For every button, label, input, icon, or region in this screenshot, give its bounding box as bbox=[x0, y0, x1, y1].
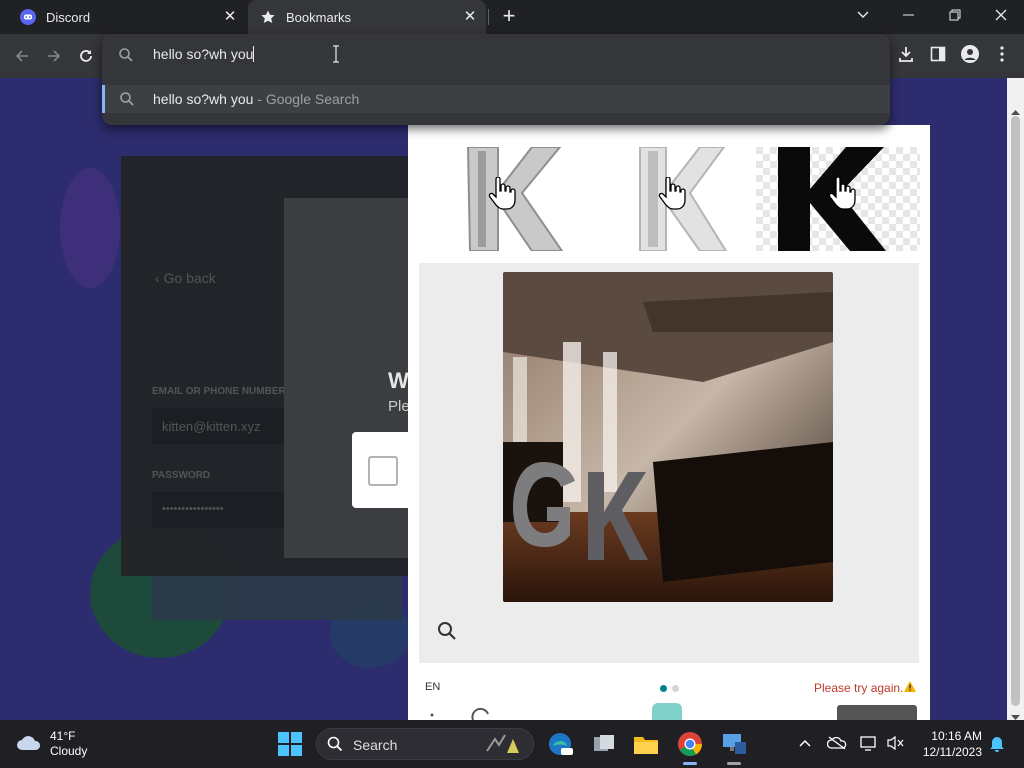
taskbar-search[interactable]: Search bbox=[316, 728, 534, 760]
captcha-challenge-panel: EN Please try again. bbox=[408, 125, 930, 720]
menu-icon[interactable] bbox=[990, 42, 1014, 66]
search-icon bbox=[118, 47, 134, 68]
search-label: Search bbox=[353, 737, 398, 753]
reload-button[interactable] bbox=[72, 42, 100, 70]
dialog-title: W bbox=[388, 368, 409, 393]
captcha-dialog: W Ple bbox=[284, 198, 414, 558]
hcaptcha-logo bbox=[652, 703, 682, 720]
weather-widget[interactable]: 41°F Cloudy bbox=[16, 729, 87, 759]
text-cursor-icon bbox=[332, 45, 340, 63]
suggestion-source: - Google Search bbox=[253, 91, 360, 107]
onedrive-icon[interactable] bbox=[826, 732, 848, 754]
dialog-subtitle: Ple bbox=[388, 398, 410, 415]
password-label: PASSWORD bbox=[152, 470, 211, 481]
discord-icon bbox=[20, 9, 36, 25]
screen: Discord ✕ Bookmarks ✕ + ‹ Go back EMAIL … bbox=[0, 0, 1024, 768]
windows-start-icon[interactable] bbox=[278, 732, 302, 756]
zoom-icon[interactable] bbox=[436, 620, 458, 642]
close-tab-icon[interactable]: ✕ bbox=[462, 9, 478, 25]
edge-beta-icon[interactable] bbox=[546, 730, 574, 758]
download-icon[interactable] bbox=[894, 42, 918, 66]
address-bar[interactable]: hello so?wh you bbox=[102, 34, 890, 76]
tab-label: Bookmarks bbox=[286, 9, 352, 25]
info-icon[interactable] bbox=[428, 710, 436, 718]
system-clock[interactable]: 10:16 AM 12/11/2023 bbox=[912, 728, 982, 760]
skip-button[interactable] bbox=[837, 705, 917, 720]
progress-dot bbox=[672, 685, 679, 692]
hand-cursor-icon bbox=[488, 176, 516, 216]
file-explorer-icon[interactable] bbox=[632, 730, 660, 758]
clock-time: 10:16 AM bbox=[931, 729, 982, 743]
page-scrollbar[interactable] bbox=[1007, 78, 1024, 720]
minimize-button[interactable] bbox=[886, 0, 932, 30]
weather-condition: Cloudy bbox=[50, 744, 88, 758]
decor-shape bbox=[60, 168, 120, 288]
task-view-icon[interactable] bbox=[590, 730, 618, 758]
omnibox-suggestion[interactable]: hello so?wh you - Google Search bbox=[102, 85, 890, 113]
search-icon bbox=[327, 736, 343, 757]
search-icon bbox=[119, 91, 135, 112]
captcha-widget[interactable] bbox=[352, 432, 414, 508]
taskbar: 41°F Cloudy Search 10:16 AM 12/11/2023 bbox=[0, 720, 1024, 768]
scrollbar-thumb[interactable] bbox=[1011, 116, 1020, 706]
chrome-icon[interactable] bbox=[676, 730, 704, 758]
forward-button[interactable] bbox=[40, 42, 68, 70]
language-selector[interactable]: EN bbox=[425, 681, 440, 693]
captcha-checkbox[interactable] bbox=[368, 456, 398, 486]
login-button[interactable] bbox=[152, 576, 402, 620]
example-image-1 bbox=[448, 147, 608, 251]
volume-muted-icon[interactable] bbox=[884, 732, 906, 754]
text-caret bbox=[253, 46, 255, 62]
address-input[interactable]: hello so?wh you bbox=[153, 46, 255, 62]
side-panel-icon[interactable] bbox=[926, 42, 950, 66]
tab-label: Discord bbox=[46, 9, 91, 25]
profile-icon[interactable] bbox=[958, 42, 982, 66]
show-hidden-icons[interactable] bbox=[794, 732, 816, 754]
display-icon[interactable] bbox=[858, 732, 880, 754]
weather-temp: 41°F bbox=[50, 729, 76, 743]
hand-cursor-icon bbox=[828, 176, 856, 216]
search-highlight-icon bbox=[483, 733, 523, 760]
tab-separator bbox=[488, 9, 489, 25]
challenge-image[interactable] bbox=[503, 272, 833, 602]
clock-date: 12/11/2023 bbox=[922, 745, 982, 759]
error-message: Please try again. bbox=[814, 681, 904, 695]
star-icon bbox=[260, 9, 276, 25]
refresh-icon[interactable] bbox=[470, 707, 492, 720]
restore-button[interactable] bbox=[932, 0, 978, 30]
omnibox: hello so?wh you hello so?wh you - Google… bbox=[102, 34, 890, 125]
tab-discord[interactable]: Discord ✕ bbox=[8, 0, 246, 34]
tab-bookmarks[interactable]: Bookmarks ✕ bbox=[248, 0, 486, 34]
close-window-button[interactable] bbox=[978, 0, 1024, 30]
running-indicator bbox=[727, 762, 741, 765]
new-tab-button[interactable]: + bbox=[497, 5, 521, 29]
email-label: EMAIL OR PHONE NUMBER bbox=[152, 386, 286, 397]
running-indicator bbox=[683, 762, 697, 765]
cloud-icon bbox=[16, 733, 42, 756]
close-tab-icon[interactable]: ✕ bbox=[222, 9, 238, 25]
suggestion-query: hello so?wh you bbox=[153, 91, 254, 107]
hand-cursor-icon bbox=[658, 176, 686, 216]
progress-dot-active bbox=[660, 685, 667, 692]
page-content: ‹ Go back EMAIL OR PHONE NUMBER kitten@k… bbox=[0, 78, 1007, 720]
back-button[interactable] bbox=[8, 42, 36, 70]
go-back-link[interactable]: ‹ Go back bbox=[155, 270, 216, 286]
notification-bell-icon[interactable] bbox=[986, 732, 1008, 754]
tab-strip: Discord ✕ Bookmarks ✕ + bbox=[0, 0, 1024, 34]
tab-search-icon[interactable] bbox=[840, 0, 886, 30]
challenge-area bbox=[419, 263, 919, 663]
remote-desktop-icon[interactable] bbox=[720, 730, 748, 758]
warning-icon bbox=[903, 680, 917, 698]
